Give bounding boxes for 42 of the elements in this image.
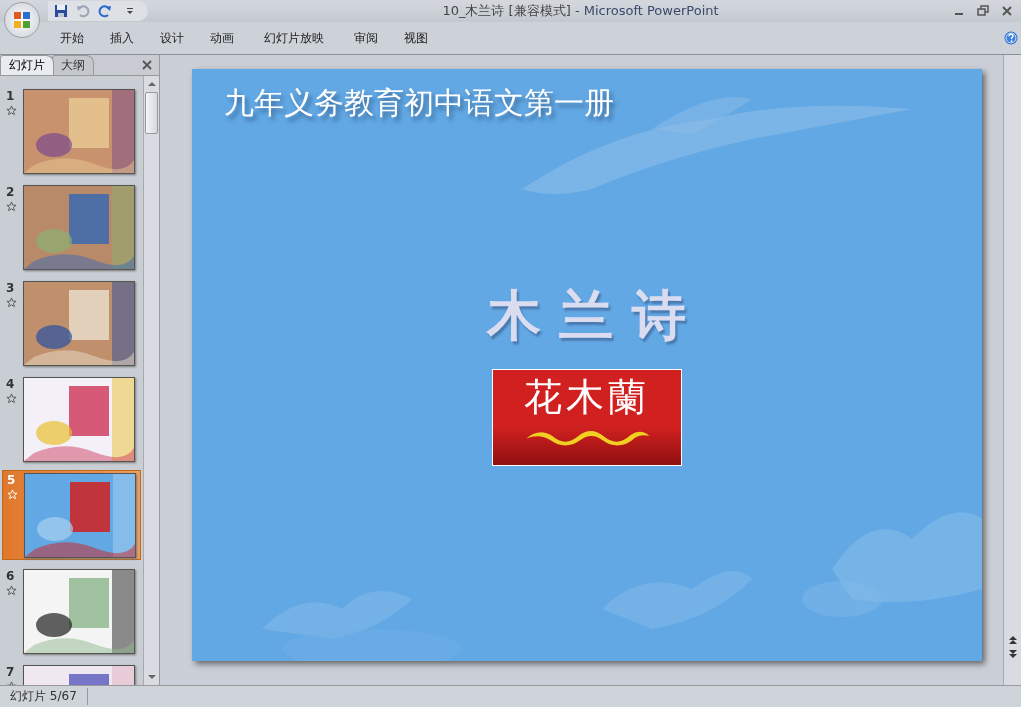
slide-thumbnail-row[interactable]: 3 bbox=[2, 276, 141, 372]
slide-number: 3 bbox=[6, 281, 15, 295]
customize-caret-icon[interactable] bbox=[126, 7, 134, 15]
slide-thumbnail-row[interactable]: 7 bbox=[2, 660, 141, 685]
slide-number: 2 bbox=[6, 185, 15, 199]
previous-slide-icon[interactable] bbox=[1007, 635, 1018, 645]
ribbon-tab[interactable]: 幻灯片放映 bbox=[248, 25, 340, 51]
slide-thumbnail-row[interactable]: 4 bbox=[2, 372, 141, 468]
close-icon[interactable] bbox=[141, 59, 153, 71]
slide-number: 5 bbox=[7, 473, 16, 487]
save-icon[interactable] bbox=[54, 4, 68, 18]
slide-title: 九年义务教育初中语文第一册 bbox=[223, 84, 614, 122]
app-title: - Microsoft PowerPoint bbox=[574, 3, 719, 18]
office-logo-icon bbox=[12, 10, 32, 30]
slide-number: 7 bbox=[6, 665, 15, 679]
slide-counter: 幻灯片 5/67 bbox=[0, 688, 88, 705]
ribbon-tab[interactable]: 审阅 bbox=[342, 25, 390, 51]
slide-number: 1 bbox=[6, 89, 15, 103]
pane-tab[interactable]: 大纲 bbox=[52, 55, 94, 75]
banner-title: 花木蘭 bbox=[523, 374, 650, 421]
ribbon-tab[interactable]: 开始 bbox=[48, 25, 96, 51]
close-icon[interactable] bbox=[1001, 5, 1013, 17]
scrollbar-thumb[interactable] bbox=[145, 92, 158, 134]
document-title: 10_木兰诗 [兼容模式] bbox=[442, 3, 571, 18]
help-icon[interactable] bbox=[1004, 31, 1018, 45]
slide-number: 6 bbox=[6, 569, 15, 583]
scroll-up-icon[interactable] bbox=[146, 80, 157, 88]
ribbon-tab[interactable]: 动画 bbox=[198, 25, 246, 51]
ribbon-tab[interactable]: 插入 bbox=[98, 25, 146, 51]
redo-icon[interactable] bbox=[98, 4, 112, 18]
office-button[interactable] bbox=[4, 2, 40, 38]
ribbon-tab[interactable]: 设计 bbox=[148, 25, 196, 51]
slide-thumbnail-row[interactable]: 6 bbox=[2, 564, 141, 660]
scroll-down-icon[interactable] bbox=[146, 673, 157, 681]
ribbon-tab[interactable]: 视图 bbox=[392, 25, 440, 51]
pane-tab[interactable]: 幻灯片 bbox=[0, 55, 54, 75]
slide-heading: 木 兰 诗 bbox=[486, 283, 687, 349]
slide-thumbnail-row[interactable]: 2 bbox=[2, 180, 141, 276]
next-slide-icon[interactable] bbox=[1007, 649, 1018, 659]
slide-number: 4 bbox=[6, 377, 15, 391]
restore-icon[interactable] bbox=[977, 5, 989, 17]
slide-thumbnail-row[interactable]: 1 bbox=[2, 84, 141, 180]
